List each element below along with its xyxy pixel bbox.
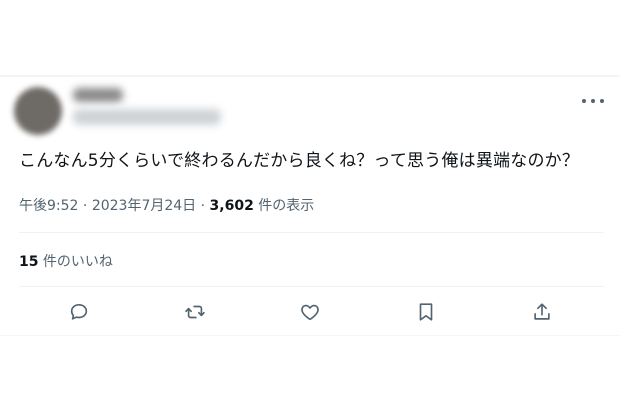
views-label: 件の表示: [253, 198, 315, 214]
display-name-blurred[interactable]: [73, 88, 123, 102]
tweet-date[interactable]: 2023年7月24日: [92, 198, 196, 214]
share-button[interactable]: [530, 300, 554, 324]
likes-label: 件のいいね: [38, 254, 113, 270]
share-icon: [534, 303, 550, 320]
reply-icon: [70, 304, 88, 320]
tweet-time[interactable]: 午後9:52: [19, 198, 78, 214]
divider: [19, 232, 604, 233]
divider: [19, 286, 604, 287]
reply-button[interactable]: [67, 300, 91, 324]
bookmark-button[interactable]: [414, 300, 438, 324]
more-options-button[interactable]: [582, 95, 604, 107]
tweet-meta: 午後9:52 · 2023年7月24日 · 3,602 件の表示: [19, 195, 314, 215]
likes-summary[interactable]: 15 件のいいね: [19, 251, 113, 271]
more-horizontal-icon: [600, 99, 604, 103]
bookmark-icon: [419, 303, 433, 321]
like-button[interactable]: [298, 300, 322, 324]
tweet-card: こんなん5分くらいで終わるんだから良くね？って思う俺は異端なのか？ 午後9:52…: [0, 76, 620, 335]
avatar[interactable]: [14, 87, 62, 135]
meta-separator: ·: [78, 198, 92, 214]
retweet-icon: [185, 305, 205, 319]
meta-separator: ·: [196, 198, 210, 214]
more-horizontal-icon: [591, 99, 595, 103]
views-count: 3,602: [209, 198, 254, 214]
tweet-text: こんなん5分くらいで終わるんだから良くね？って思う俺は異端なのか？: [19, 151, 580, 171]
retweet-button[interactable]: [183, 300, 207, 324]
heart-icon: [301, 304, 319, 321]
more-horizontal-icon: [582, 99, 586, 103]
handle-blurred[interactable]: [73, 109, 221, 125]
likes-count: 15: [19, 254, 39, 270]
